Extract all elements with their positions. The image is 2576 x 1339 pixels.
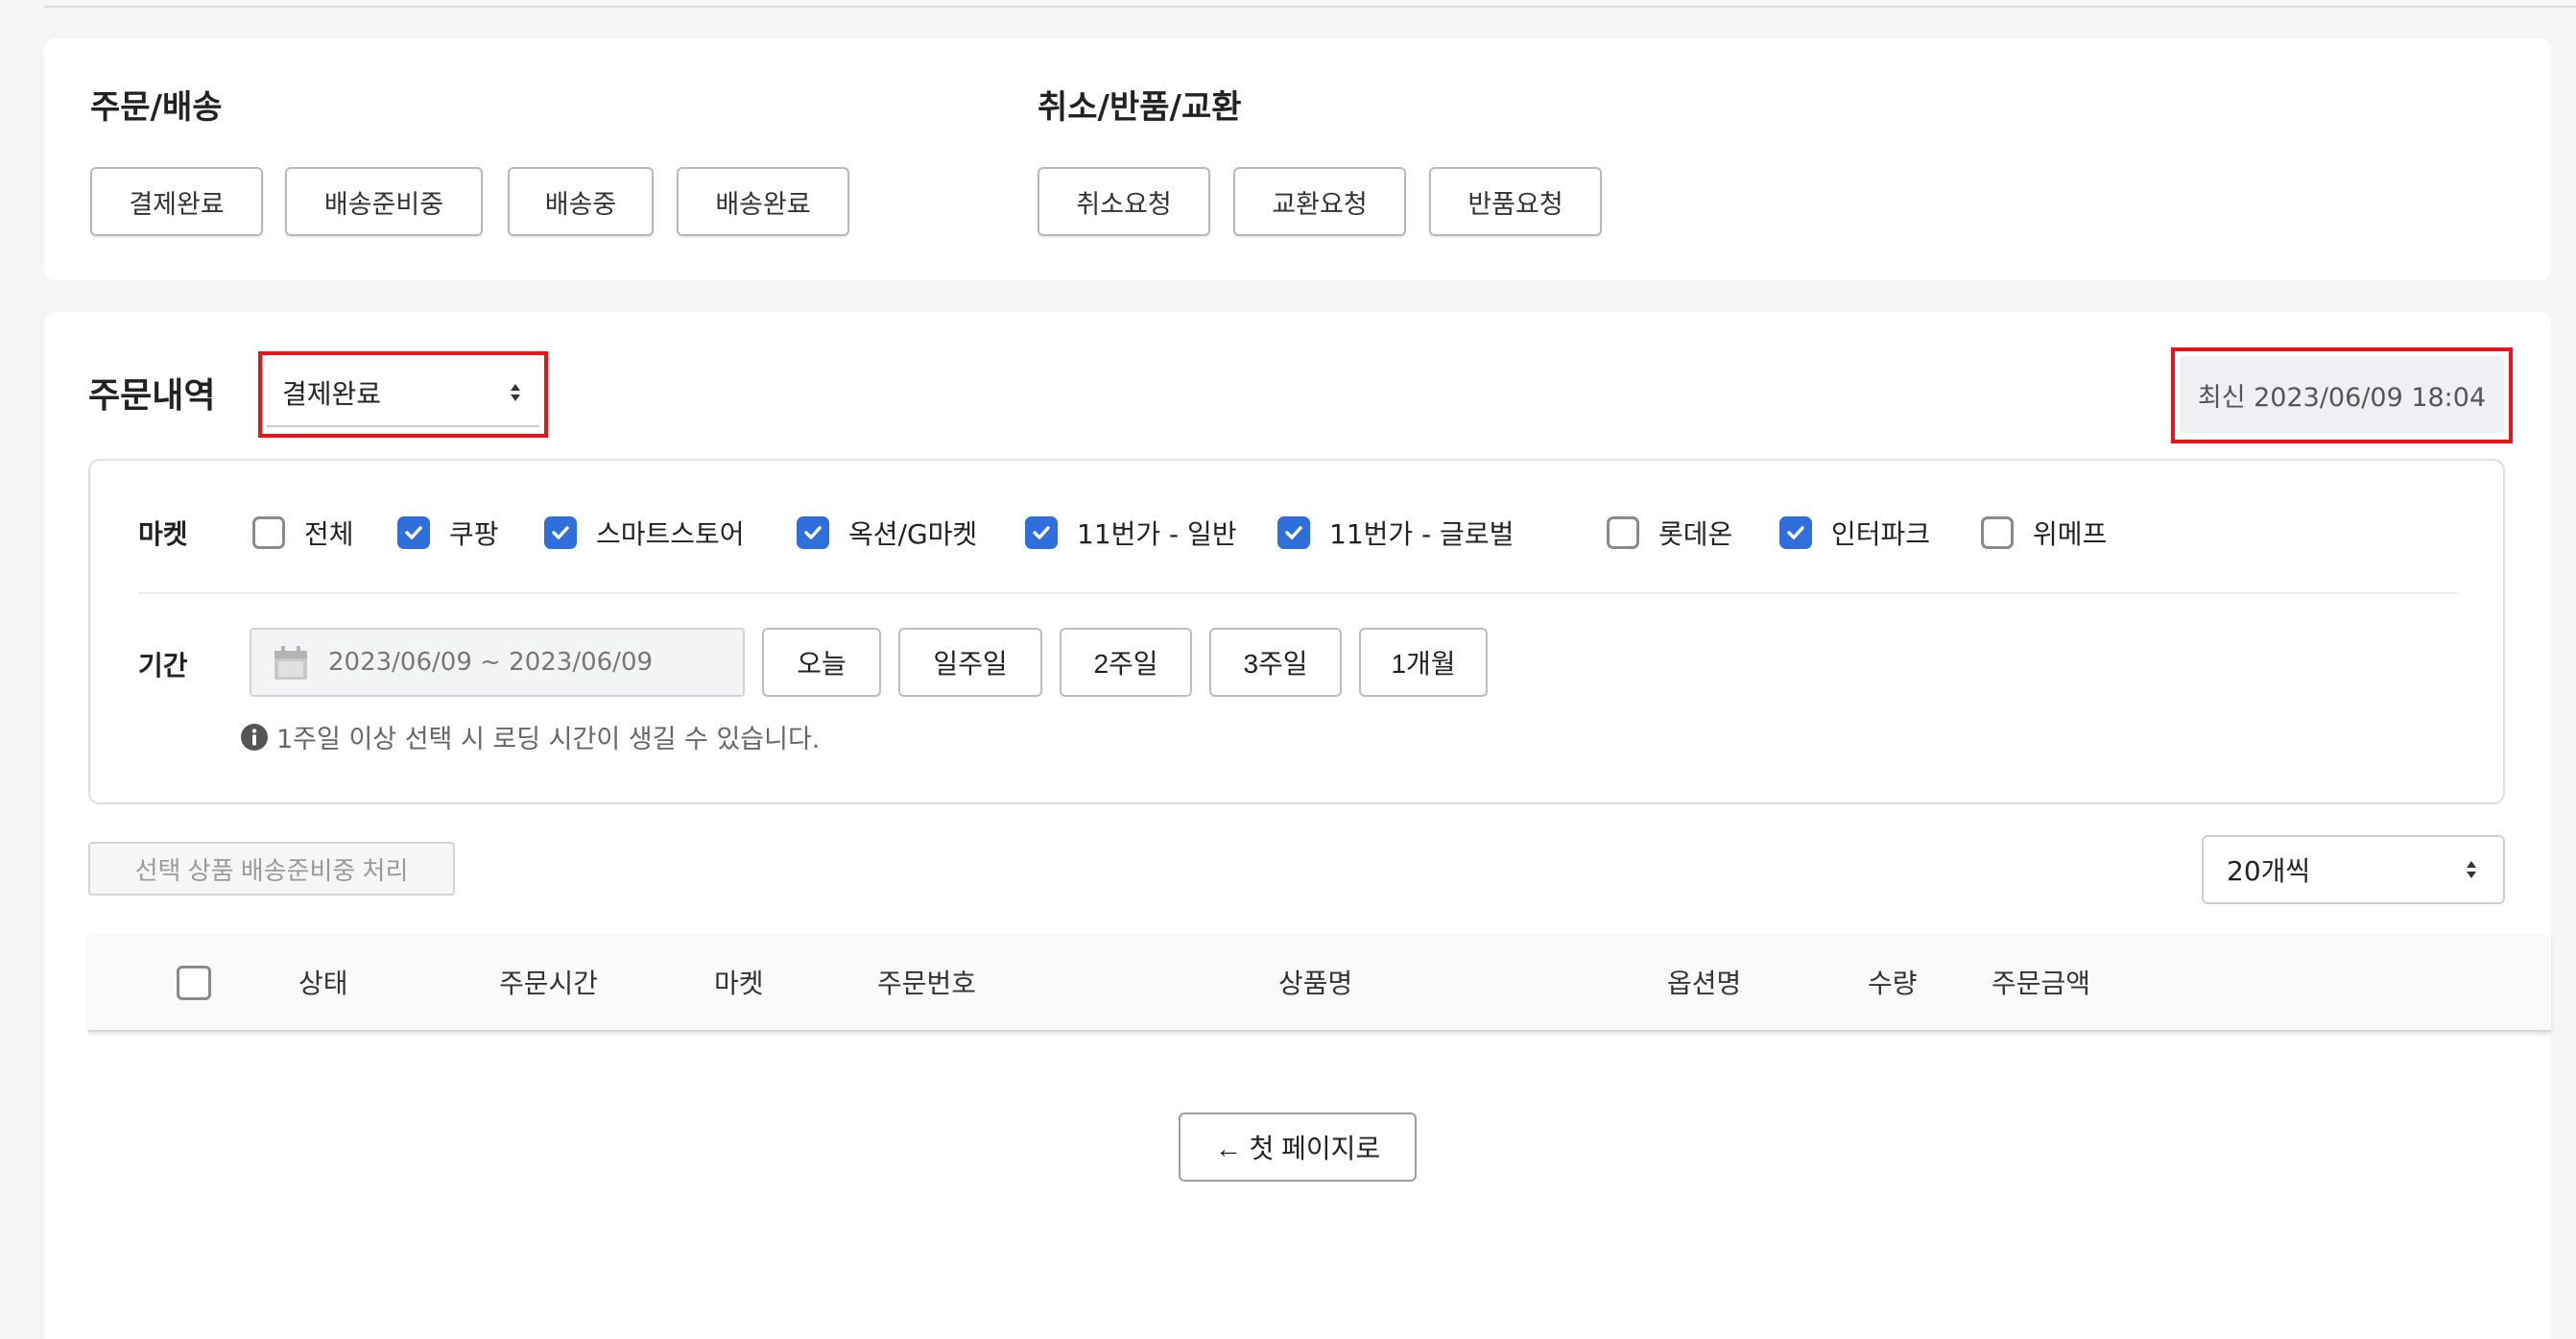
period-button-1week[interactable]: 일주일	[898, 628, 1042, 697]
checkbox[interactable]	[397, 516, 430, 549]
check-icon	[1285, 526, 1302, 539]
market-checkbox-label: 옥션/G마켓	[848, 518, 978, 550]
market-checkbox-label: 쿠팡	[449, 518, 499, 550]
bulk-preparing-button[interactable]: 선택 상품 배송준비중 처리	[88, 842, 455, 896]
period-button-1month[interactable]: 1개월	[1359, 628, 1488, 697]
column-option-name[interactable]: 옵션명	[1667, 934, 1741, 1030]
order-table-header: 상태 주문시간 마켓 주문번호 상품명 옵션명 수량 주문금액	[88, 934, 2551, 1032]
market-label: 마켓	[138, 518, 188, 550]
calendar-icon	[274, 646, 307, 680]
status-button-shipping[interactable]: 배송중	[508, 167, 654, 236]
top-divider	[44, 0, 2576, 8]
loading-notice: 1주일 이상 선택 시 로딩 시간이 생길 수 있습니다.	[240, 718, 820, 755]
checkbox[interactable]	[1779, 516, 1812, 549]
status-button-paid[interactable]: 결제완료	[90, 167, 263, 236]
checkbox[interactable]	[1277, 516, 1310, 549]
check-icon	[1033, 526, 1050, 539]
check-icon	[1787, 526, 1804, 539]
column-product-name[interactable]: 상품명	[1278, 934, 1352, 1030]
status-shortcuts-card: 주문/배송 결제완료 배송준비중 배송중 배송완료 취소/반품/교환 취소요청 …	[44, 38, 2551, 280]
status-select[interactable]: 결제완료	[267, 360, 539, 427]
claim-button-cancel[interactable]: 취소요청	[1038, 167, 1210, 236]
order-history-title: 주문내역	[88, 376, 216, 416]
page-size-select[interactable]: 20개씩	[2202, 835, 2505, 904]
column-market[interactable]: 마켓	[714, 934, 764, 1030]
status-button-preparing[interactable]: 배송준비중	[285, 167, 483, 236]
market-checkbox-lotteon[interactable]: 롯데온	[1607, 514, 1732, 552]
column-order-number[interactable]: 주문번호	[877, 934, 976, 1030]
checkbox[interactable]	[1025, 516, 1058, 549]
market-checkbox-label: 11번가 - 일반	[1077, 518, 1237, 550]
column-order-amount[interactable]: 주문금액	[1992, 934, 2090, 1030]
market-checkbox-interpark[interactable]: 인터파크	[1779, 514, 1930, 552]
filter-divider	[138, 592, 2459, 594]
checkbox[interactable]	[1981, 516, 2014, 549]
status-button-delivered[interactable]: 배송완료	[677, 167, 849, 236]
period-button-3weeks[interactable]: 3주일	[1209, 628, 1342, 697]
info-icon	[241, 723, 268, 751]
filter-panel: 마켓 전체 쿠팡 스마트스토어 옥션/G마켓 11번가 - 일반 11번가 - …	[88, 459, 2505, 804]
market-checkbox-auction-gmarket[interactable]: 옥션/G마켓	[797, 514, 977, 552]
column-order-time[interactable]: 주문시간	[499, 934, 598, 1030]
sort-arrows-icon	[511, 384, 520, 401]
market-checkbox-coupang[interactable]: 쿠팡	[397, 514, 499, 552]
checkbox[interactable]	[252, 516, 285, 549]
check-icon	[804, 526, 822, 539]
column-status[interactable]: 상태	[298, 934, 348, 1030]
period-button-today[interactable]: 오늘	[762, 628, 881, 697]
latest-update-badge: 최신 2023/06/09 18:04	[2180, 356, 2504, 433]
check-icon	[552, 526, 569, 539]
status-select-value: 결제완료	[282, 378, 382, 410]
market-checkbox-smartstore[interactable]: 스마트스토어	[544, 514, 745, 552]
order-shipping-title: 주문/배송	[90, 88, 223, 127]
market-checkbox-wemakeprice[interactable]: 위메프	[1981, 514, 2107, 552]
first-page-button[interactable]: ← 첫 페이지로	[1179, 1112, 1417, 1182]
claims-title: 취소/반품/교환	[1038, 88, 1242, 127]
market-checkbox-11st-general[interactable]: 11번가 - 일반	[1025, 514, 1237, 552]
market-checkbox-11st-global[interactable]: 11번가 - 글로벌	[1277, 514, 1514, 552]
market-checkbox-all[interactable]: 전체	[252, 514, 354, 552]
market-checkbox-label: 전체	[304, 518, 354, 550]
select-all-checkbox[interactable]	[177, 966, 211, 1000]
market-checkbox-label: 11번가 - 글로벌	[1329, 518, 1515, 550]
claim-button-exchange[interactable]: 교환요청	[1233, 167, 1406, 236]
check-icon	[405, 526, 422, 539]
checkbox[interactable]	[544, 516, 577, 549]
period-label: 기간	[138, 650, 188, 681]
sort-arrows-icon	[2467, 861, 2476, 878]
market-checkbox-label: 롯데온	[1658, 518, 1733, 550]
market-checkbox-label: 위메프	[2033, 518, 2108, 550]
checkbox[interactable]	[1607, 516, 1639, 549]
date-range-input[interactable]: 2023/06/09 ~ 2023/06/09	[250, 628, 745, 697]
column-quantity[interactable]: 수량	[1868, 934, 1918, 1030]
claim-button-return[interactable]: 반품요청	[1429, 167, 1602, 236]
period-button-2weeks[interactable]: 2주일	[1060, 628, 1192, 697]
market-checkbox-label: 스마트스토어	[596, 518, 745, 550]
date-range-value: 2023/06/09 ~ 2023/06/09	[328, 648, 654, 677]
loading-notice-text: 1주일 이상 선택 시 로딩 시간이 생길 수 있습니다.	[276, 725, 821, 754]
market-checkbox-label: 인터파크	[1831, 518, 1931, 550]
checkbox[interactable]	[797, 516, 829, 549]
page-size-value: 20개씩	[2227, 855, 2311, 887]
order-history-card: 주문내역 결제완료 최신 2023/06/09 18:04 마켓 전체 쿠팡 스…	[44, 312, 2551, 1339]
